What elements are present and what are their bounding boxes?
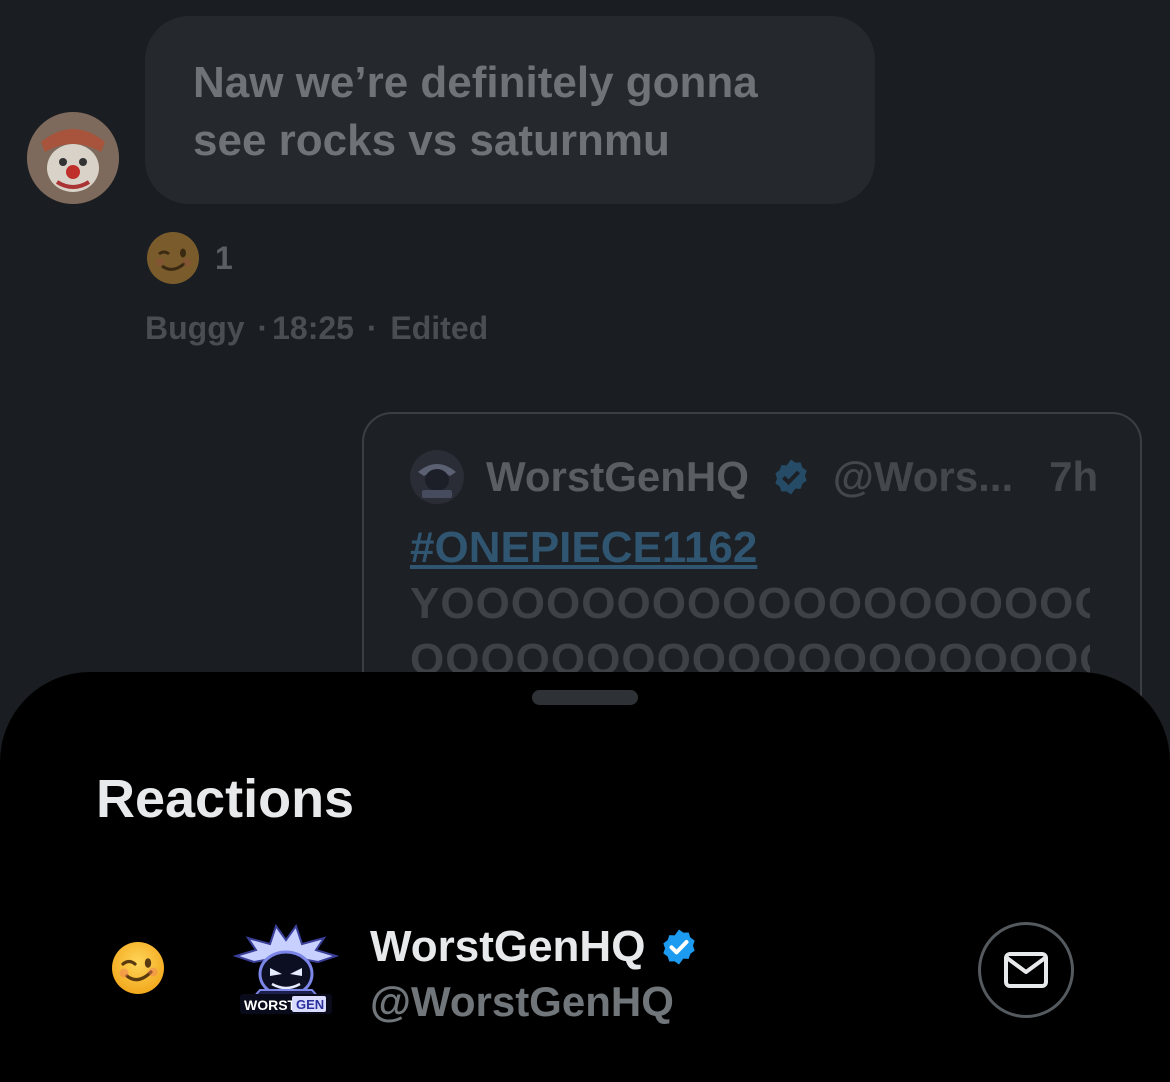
message-time: 18:25 [272,310,354,346]
message-user-button[interactable] [978,922,1074,1018]
clown-avatar-icon [27,112,119,204]
edited-label: Edited [390,310,489,346]
sheet-title: Reactions [96,769,355,829]
winking-face-icon [147,232,199,284]
logo-text-gen: GEN [296,997,324,1012]
reaction-count: 1 [215,239,233,276]
sender-name: Buggy [145,310,245,346]
dm-conversation-screen: Naw we’re definitely gonna see rocks vs … [0,0,1170,1082]
verified-badge-icon [663,929,696,965]
sheet-grabber-handle[interactable] [532,690,638,705]
worstgen-logo [410,450,464,504]
quoted-author-handle: @Wors... [832,453,1014,500]
quoted-author-name: WorstGenHQ [486,453,749,500]
reactor-name: WorstGenHQ [370,922,646,971]
message-text: Naw we’re definitely gonna see rocks vs … [193,58,758,165]
logo-text-worst: WORST [244,997,297,1013]
winking-face-icon [112,942,164,994]
separator: · [366,310,378,346]
separator: · [257,310,269,346]
reaction-row[interactable]: WORST GEN WorstGenHQ @WorstGenHQ [0,892,1170,1025]
message-meta: Buggy · 18:25 · Edited [145,310,492,347]
quoted-post-line: YOOOOOOOOOOOOOOOOOOOO [410,579,1090,628]
verified-badge-icon [775,459,807,495]
worstgen-logo-icon: WORST GEN [232,923,340,1014]
worstgen-avatar[interactable]: WORST GEN [226,916,346,1022]
hashtag-link[interactable]: #ONEPIECE1162 [410,520,1090,576]
reactor-handle: @WorstGenHQ [370,978,674,1025]
reactor-name-group: WorstGenHQ [370,922,699,972]
quoted-post-header: WorstGenHQ @Wors... 7h [410,450,1100,504]
quoted-post-age: 7h [1049,453,1099,500]
worstgen-logo-icon [410,450,464,504]
reactions-sheet: Reactions WORST GEN WorstGenHQ @WorstGen… [0,672,1170,1082]
message-bubble[interactable]: Naw we’re definitely gonna see rocks vs … [145,16,875,204]
envelope-icon [1004,952,1048,988]
quoted-post-body: #ONEPIECE1162 YOOOOOOOOOOOOOOOOOOOO OOOO… [410,520,1090,688]
message-reaction[interactable]: 1 [145,228,233,288]
sender-avatar[interactable] [27,112,119,204]
